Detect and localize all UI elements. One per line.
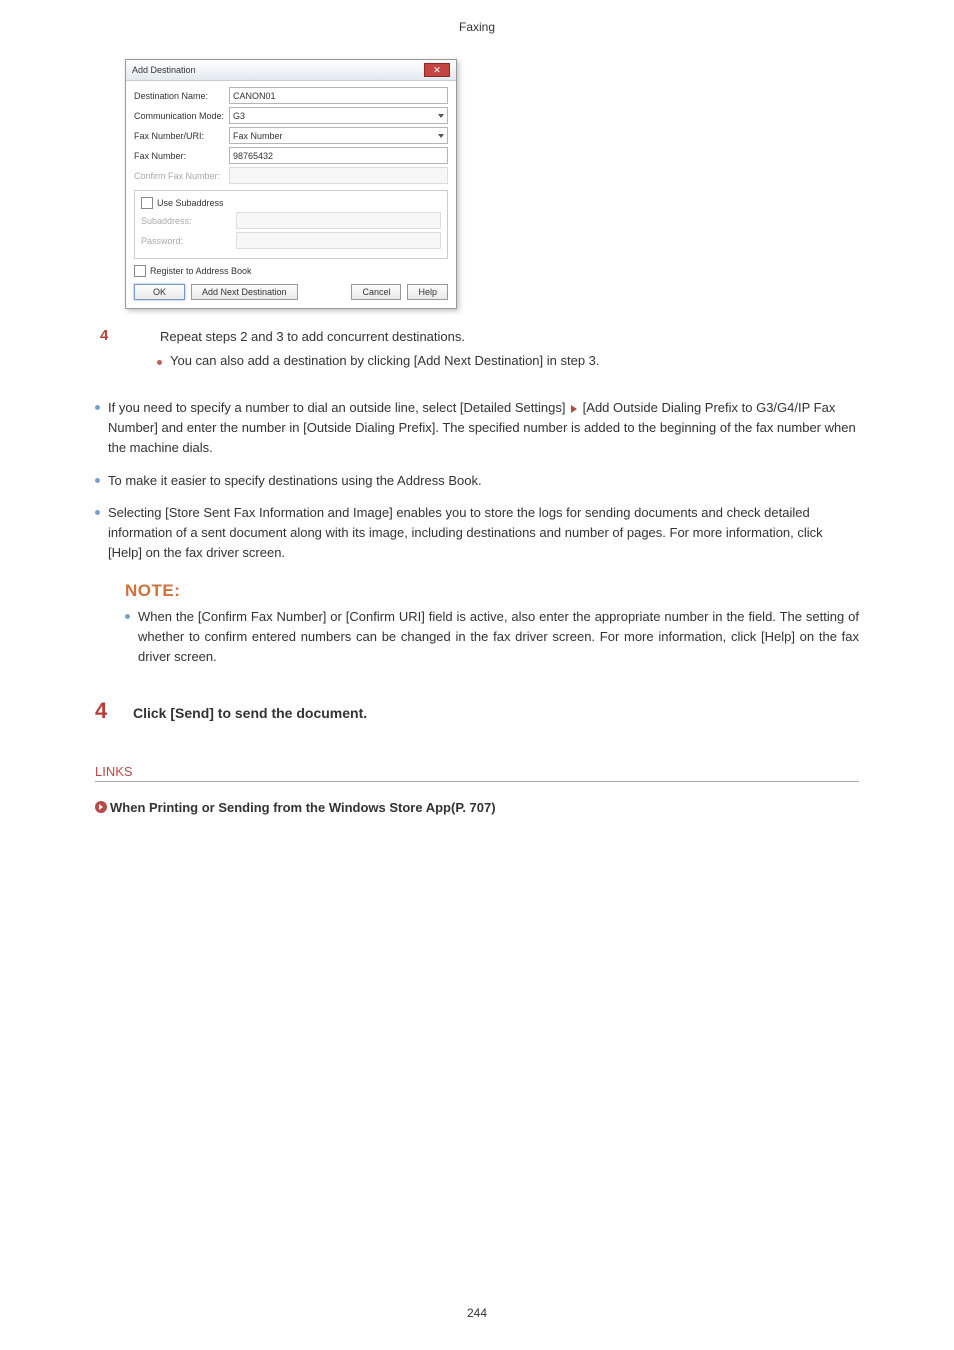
add-next-destination-button[interactable]: Add Next Destination bbox=[191, 284, 298, 300]
password-field bbox=[236, 232, 441, 249]
step-number-4: 4 bbox=[95, 698, 125, 724]
use-subaddress-checkbox[interactable] bbox=[141, 197, 153, 209]
fax-num-uri-label: Fax Number/URI: bbox=[134, 131, 229, 141]
comm-mode-select[interactable]: G3 bbox=[229, 107, 448, 124]
bullet-icon bbox=[95, 405, 100, 410]
register-addressbook-checkbox[interactable] bbox=[134, 265, 146, 277]
bullet-icon bbox=[157, 360, 162, 365]
note-text: When the [Confirm Fax Number] or [Confir… bbox=[138, 607, 859, 667]
help-button[interactable]: Help bbox=[407, 284, 448, 300]
cancel-button[interactable]: Cancel bbox=[351, 284, 401, 300]
chevron-down-icon bbox=[438, 114, 444, 118]
play-icon bbox=[571, 405, 577, 413]
page-number: 244 bbox=[0, 1306, 954, 1320]
substep-text: Repeat steps 2 and 3 to add concurrent d… bbox=[160, 327, 859, 347]
fax-number-field[interactable]: 98765432 bbox=[229, 147, 448, 164]
confirm-fax-label: Confirm Fax Number: bbox=[134, 171, 229, 181]
use-subaddress-label: Use Subaddress bbox=[157, 198, 224, 208]
dest-name-label: Destination Name: bbox=[134, 91, 229, 101]
bullet-3: Selecting [Store Sent Fax Information an… bbox=[108, 503, 859, 563]
subaddress-group: Use Subaddress Subaddress: Password: bbox=[134, 190, 448, 259]
play-circle-icon bbox=[95, 801, 107, 813]
bullet-icon bbox=[95, 510, 100, 515]
dialog-title-text: Add Destination bbox=[132, 65, 196, 75]
bullet-icon bbox=[125, 614, 130, 619]
dialog-titlebar: Add Destination ✕ bbox=[126, 60, 456, 81]
subaddress-label: Subaddress: bbox=[141, 216, 236, 226]
confirm-fax-field bbox=[229, 167, 448, 184]
dest-name-field[interactable]: CANON01 bbox=[229, 87, 448, 104]
substep-number: 4 bbox=[95, 327, 160, 347]
bullet-icon bbox=[95, 478, 100, 483]
chevron-down-icon bbox=[438, 134, 444, 138]
link-windows-store-app[interactable]: When Printing or Sending from the Window… bbox=[110, 800, 496, 815]
header-title: Faxing bbox=[95, 20, 859, 34]
bullet-2: To make it easier to specify destination… bbox=[108, 471, 482, 491]
ok-button[interactable]: OK bbox=[134, 284, 185, 300]
add-destination-dialog: Add Destination ✕ Destination Name: CANO… bbox=[125, 59, 457, 309]
step-4-text: Click [Send] to send the document. bbox=[133, 705, 367, 721]
fax-num-uri-select[interactable]: Fax Number bbox=[229, 127, 448, 144]
register-addressbook-label: Register to Address Book bbox=[150, 266, 252, 276]
links-heading: LINKS bbox=[95, 764, 859, 782]
fax-number-label: Fax Number: bbox=[134, 151, 229, 161]
password-label: Password: bbox=[141, 236, 236, 246]
note-heading: NOTE: bbox=[125, 581, 859, 601]
close-icon[interactable]: ✕ bbox=[424, 63, 450, 77]
comm-mode-label: Communication Mode: bbox=[134, 111, 229, 121]
subaddress-field bbox=[236, 212, 441, 229]
bullet-1: If you need to specify a number to dial … bbox=[108, 398, 859, 458]
substep-subtext: You can also add a destination by clicki… bbox=[170, 353, 600, 368]
